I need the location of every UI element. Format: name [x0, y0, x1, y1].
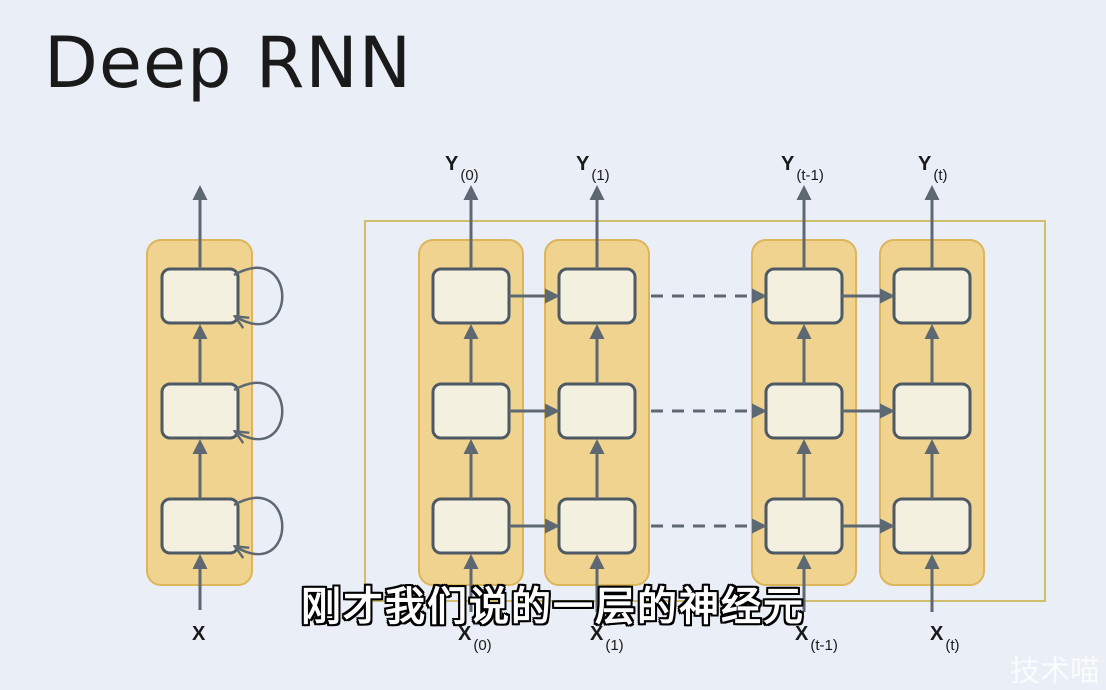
cell-t2-layer-2	[764, 382, 844, 440]
cell-t1-layer-3	[557, 267, 637, 325]
cell-t3-layer-2	[892, 382, 972, 440]
cell-t3-layer-3	[892, 267, 972, 325]
folded-cell-layer-2	[160, 382, 240, 440]
output-label-t1: Y(1)	[576, 153, 610, 184]
cell-t3-layer-1	[892, 497, 972, 555]
cell-t2-layer-1	[764, 497, 844, 555]
output-label-t0-main: Y	[445, 153, 459, 175]
output-label-t0-subscript: (0)	[460, 167, 478, 184]
cell-t2-layer-3	[764, 267, 844, 325]
input-label-t2-subscript: (t-1)	[810, 637, 838, 654]
input-label-t0-subscript: (0)	[473, 637, 491, 654]
output-label-t1-subscript: (1)	[591, 167, 609, 184]
output-label-t1-main: Y	[576, 153, 590, 175]
folded-cell-layer-3	[160, 267, 240, 325]
output-label-t3-main: Y	[918, 153, 932, 175]
cell-t1-layer-2	[557, 382, 637, 440]
cell-t0-layer-1	[431, 497, 511, 555]
output-label-t2: Y(t-1)	[781, 153, 824, 184]
output-label-t2-main: Y	[781, 153, 795, 175]
output-label-t0: Y(0)	[445, 153, 479, 184]
input-label-t3-subscript: (t)	[945, 637, 959, 654]
input-label-t1-subscript: (1)	[605, 637, 623, 654]
cell-t0-layer-2	[431, 382, 511, 440]
video-subtitle: 刚才我们说的一层的神经元	[301, 584, 805, 630]
output-label-t3-subscript: (t)	[933, 167, 947, 184]
output-label-t3: Y(t)	[918, 153, 948, 184]
watermark: 技术喵	[1010, 654, 1100, 689]
cell-t0-layer-3	[431, 267, 511, 325]
folded-cell-layer-1	[160, 497, 240, 555]
output-label-t2-subscript: (t-1)	[796, 167, 824, 184]
cell-t1-layer-1	[557, 497, 637, 555]
